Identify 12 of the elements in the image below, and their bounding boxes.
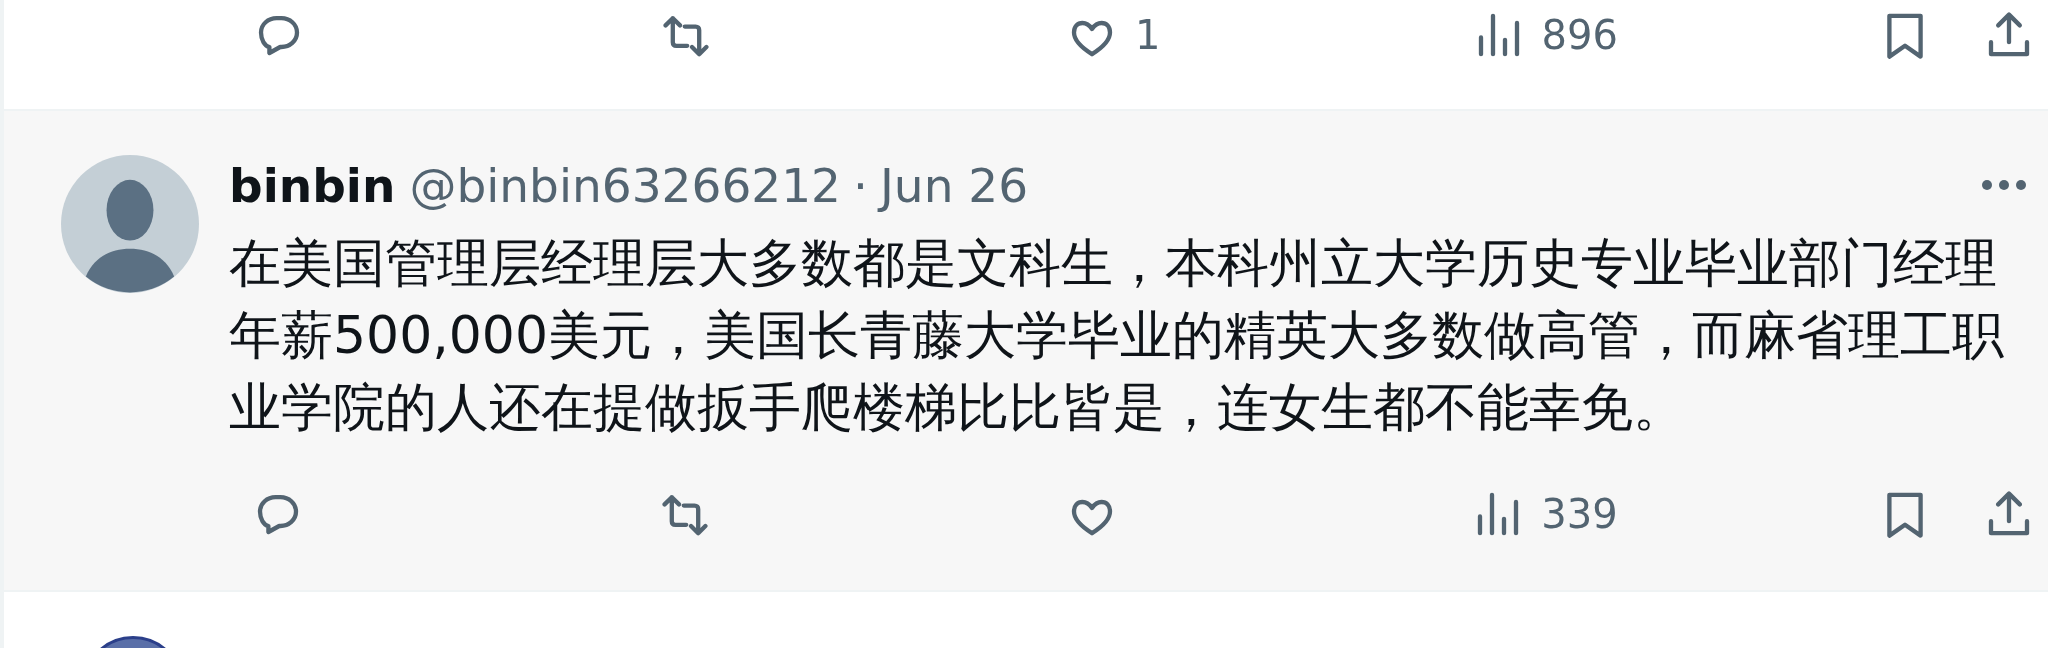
avatar[interactable] xyxy=(61,155,199,293)
view-count: 896 xyxy=(1541,12,1618,58)
share-icon[interactable] xyxy=(1986,11,2032,59)
like-count: 1 xyxy=(1135,12,1161,58)
post-text-line: 在美国管理层经理层大多数都是文科生，本科州立大学历史专业毕业部门经理 xyxy=(229,232,1997,295)
post-text-line: 年薪500,000美元，美国长青藤大学毕业的精英大多数做高管，而麻省理工职 xyxy=(229,304,2005,367)
share-icon[interactable] xyxy=(1986,490,2032,538)
user-handle[interactable]: @binbin63266212 xyxy=(409,157,842,213)
user-name[interactable]: binbin xyxy=(229,157,396,213)
separator-dot: · xyxy=(853,157,868,213)
view-count: 339 xyxy=(1541,491,1618,537)
post-text-line: 业学院的人还在提做扳手爬楼梯比比皆是，连女生都不能幸免。 xyxy=(229,376,1685,439)
